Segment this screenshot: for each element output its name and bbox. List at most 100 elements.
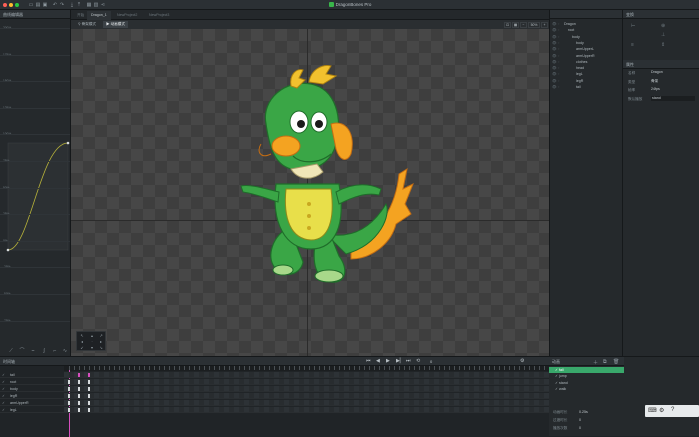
settings-gear-icon[interactable]: ⚙: [659, 407, 664, 414]
timeline-layer-body[interactable]: ✓ body: [0, 386, 64, 392]
visibility-eye-icon[interactable]: 👁: [552, 65, 557, 71]
timeline-track[interactable]: [64, 407, 549, 413]
timeline-track[interactable]: [64, 372, 549, 378]
fit-view-icon[interactable]: ⊡: [504, 22, 511, 28]
timeline-layer-legr[interactable]: ✓ legR: [0, 393, 64, 399]
timeline-layer-root[interactable]: ✓ root: [0, 379, 64, 385]
last-frame-icon[interactable]: ⏭: [406, 358, 411, 364]
tree-row-armupperr[interactable]: 👁 ◦ armUpperR: [550, 53, 623, 59]
open-file-icon[interactable]: ▤: [35, 2, 41, 8]
layer-visibility-icon[interactable]: ✓: [2, 386, 5, 392]
keyframe[interactable]: [68, 387, 70, 391]
lock-icon[interactable]: ◦: [558, 59, 559, 65]
tree-row-dragon[interactable]: 👁 ◦ Dragon: [550, 21, 623, 27]
lock-icon[interactable]: ◦: [558, 65, 559, 71]
anim-footer-value[interactable]: 0: [579, 418, 581, 422]
tab-newproject3[interactable]: NewProject3: [145, 11, 173, 20]
tab-start[interactable]: 开始: [73, 11, 88, 20]
visibility-eye-icon[interactable]: 👁: [552, 53, 557, 59]
dragon-character[interactable]: [231, 64, 416, 289]
layer-visibility-icon[interactable]: ✓: [2, 379, 5, 385]
zoom-in-icon[interactable]: +: [541, 22, 548, 28]
play-icon[interactable]: ▶: [386, 358, 390, 364]
keyframe[interactable]: [78, 394, 80, 398]
tab-newproject2[interactable]: NewProject2: [113, 11, 141, 20]
layer-visibility-icon[interactable]: ✓: [2, 400, 5, 406]
layer-visibility-icon[interactable]: ✓: [2, 372, 5, 378]
visibility-eye-icon[interactable]: 👁: [552, 34, 557, 40]
visibility-eye-icon[interactable]: 👁: [552, 46, 557, 52]
timeline-layer-legl[interactable]: ✓ legL: [0, 407, 64, 413]
timeline-layer-tail[interactable]: ✓ tail: [0, 372, 64, 378]
preview-icon[interactable]: ▥: [93, 2, 99, 8]
keyframe[interactable]: [68, 408, 70, 412]
default-animation-select[interactable]: stand: [651, 95, 695, 101]
easing-curve[interactable]: [0, 19, 70, 349]
keyframe[interactable]: [88, 373, 90, 377]
nav-right-icon[interactable]: ▸: [96, 339, 106, 344]
tree-row-clothes[interactable]: 👁 ◦ clothes: [550, 59, 623, 65]
lock-icon[interactable]: ◦: [558, 40, 559, 46]
tree-row-root[interactable]: 👁 ◦ root: [550, 27, 623, 33]
grid-toggle-icon[interactable]: ▦: [512, 22, 519, 28]
curve-ease-in-out-icon[interactable]: ∫: [41, 348, 47, 354]
loop-icon[interactable]: ⟲: [416, 358, 420, 364]
visibility-eye-icon[interactable]: 👁: [552, 78, 557, 84]
armature-mode-button[interactable]: ⚲ 骨架模式: [75, 21, 99, 28]
align-middle-icon[interactable]: ⊥: [661, 32, 665, 38]
timeline-settings-icon[interactable]: ⚙: [520, 358, 524, 364]
delete-animation-icon[interactable]: 🗑: [613, 359, 619, 365]
lock-icon[interactable]: ◦: [558, 46, 559, 52]
timeline-track[interactable]: [64, 379, 549, 385]
keyframe[interactable]: [78, 387, 80, 391]
visibility-eye-icon[interactable]: 👁: [552, 71, 557, 77]
tree-row-body[interactable]: 👁 ◦ body: [550, 34, 623, 40]
redo-icon[interactable]: ↷: [59, 2, 65, 8]
export-icon[interactable]: ⤒: [76, 2, 82, 8]
keyframe[interactable]: [68, 394, 70, 398]
keyboard-icon[interactable]: ⌨: [648, 407, 657, 414]
keyframe[interactable]: [88, 380, 90, 384]
lock-icon[interactable]: ◦: [558, 27, 559, 33]
curve-step-icon[interactable]: ⌐: [52, 348, 58, 354]
close-window-button[interactable]: [3, 3, 7, 7]
view-navigation-pad[interactable]: ↖ ▴ ↗ ◂ · ▸ ↙ ▾ ↘: [76, 331, 106, 351]
add-animation-icon[interactable]: ＋: [593, 359, 598, 366]
nav-down-right-icon[interactable]: ↘: [96, 345, 106, 350]
lock-icon[interactable]: ◦: [558, 84, 559, 90]
keyframe[interactable]: [88, 401, 90, 405]
lock-icon[interactable]: ◦: [558, 71, 559, 77]
keyframe[interactable]: [78, 373, 80, 377]
stage-viewport[interactable]: ↖ ▴ ↗ ◂ · ▸ ↙ ▾ ↘: [71, 29, 549, 356]
nav-down-left-icon[interactable]: ↙: [77, 345, 87, 350]
visibility-eye-icon[interactable]: 👁: [552, 59, 557, 65]
save-icon[interactable]: ▣: [42, 2, 48, 8]
keyframe[interactable]: [88, 394, 90, 398]
timeline-track[interactable]: [64, 400, 549, 406]
frame-ruler[interactable]: [64, 366, 549, 371]
distribute-icon[interactable]: ≡: [631, 42, 634, 48]
tree-row-armupperl[interactable]: 👁 ◦ armUpperL: [550, 46, 623, 52]
layer-visibility-icon[interactable]: ✓: [2, 393, 5, 399]
animation-item-jump[interactable]: ✓ jump: [549, 373, 624, 379]
animation-item-walk[interactable]: ✓ walk: [549, 386, 624, 392]
timeline-track[interactable]: [64, 386, 549, 392]
anim-footer-value[interactable]: 0.25s: [579, 410, 588, 414]
lock-icon[interactable]: ◦: [558, 34, 559, 40]
lock-icon[interactable]: ◦: [558, 21, 559, 27]
align-center-icon[interactable]: ⊕: [661, 23, 665, 29]
animation-item-stand[interactable]: ✓ stand: [549, 380, 624, 386]
animation-item-fall[interactable]: ✓ fall: [549, 367, 624, 373]
import-icon[interactable]: ⤓: [69, 2, 75, 8]
curve-ease-in-icon[interactable]: ⌒: [19, 348, 25, 354]
zoom-level[interactable]: 50%: [528, 22, 540, 28]
tree-row-head[interactable]: 👁 ◦ head: [550, 65, 623, 71]
lock-icon[interactable]: ◦: [558, 78, 559, 84]
prev-frame-icon[interactable]: ◀: [376, 358, 380, 364]
curve-ease-out-icon[interactable]: ⌣: [30, 348, 36, 354]
help-icon[interactable]: ?: [671, 407, 674, 413]
next-frame-icon[interactable]: ▶▏: [396, 358, 404, 364]
anim-footer-value[interactable]: 0: [579, 426, 581, 430]
nav-up-left-icon[interactable]: ↖: [77, 333, 87, 338]
tree-row-body[interactable]: 👁 ◦ body: [550, 40, 623, 46]
